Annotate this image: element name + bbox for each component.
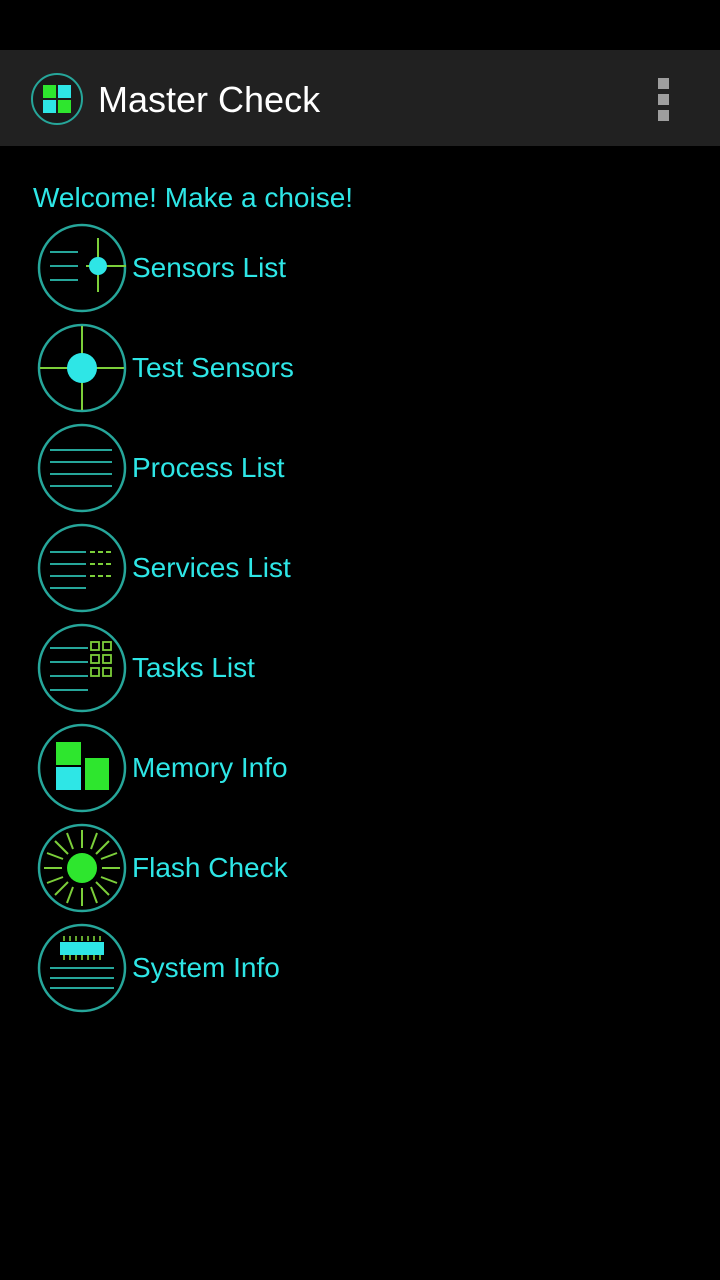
system-info-icon <box>37 923 127 1013</box>
overflow-dot <box>658 94 669 105</box>
menu-item-services-list[interactable]: Services List <box>36 522 436 614</box>
menu-item-label: System Info <box>132 952 280 983</box>
menu-item-system-info[interactable]: System Info <box>36 922 436 1014</box>
menu-item-sensors-list[interactable]: Sensors List <box>36 222 436 314</box>
services-list-icon <box>37 523 127 613</box>
overflow-dot <box>658 78 669 89</box>
app-bar: Master Check <box>0 50 720 146</box>
menu-item-flash-check[interactable]: Flash Check <box>36 822 436 914</box>
welcome-text: Welcome! Make a choise! <box>33 182 354 213</box>
main-content: Welcome! Make a choise! Sensors List Tes… <box>0 146 720 1280</box>
memory-info-icon <box>37 723 127 813</box>
menu-item-memory-info[interactable]: Memory Info <box>36 722 436 814</box>
app-title: Master Check <box>98 79 321 120</box>
menu-item-label: Services List <box>132 552 291 583</box>
sensors-list-icon <box>37 223 127 313</box>
menu-item-label: Tasks List <box>132 652 255 683</box>
menu-item-label: Test Sensors <box>132 352 294 383</box>
menu-item-test-sensors[interactable]: Test Sensors <box>36 322 436 414</box>
menu-item-label: Process List <box>132 452 285 483</box>
tasks-list-icon <box>37 623 127 713</box>
menu-item-label: Memory Info <box>132 752 288 783</box>
grid-app-icon <box>31 73 83 125</box>
test-sensors-icon <box>37 323 127 413</box>
flash-check-icon <box>37 823 127 913</box>
menu-item-label: Sensors List <box>132 252 287 283</box>
process-list-icon <box>37 423 127 513</box>
menu-item-process-list[interactable]: Process List <box>36 422 436 514</box>
overflow-dot <box>658 110 669 121</box>
menu-item-label: Flash Check <box>132 852 288 883</box>
menu-item-tasks-list[interactable]: Tasks List <box>36 622 436 714</box>
status-bar <box>0 0 720 50</box>
overflow-menu-icon[interactable] <box>640 72 688 126</box>
